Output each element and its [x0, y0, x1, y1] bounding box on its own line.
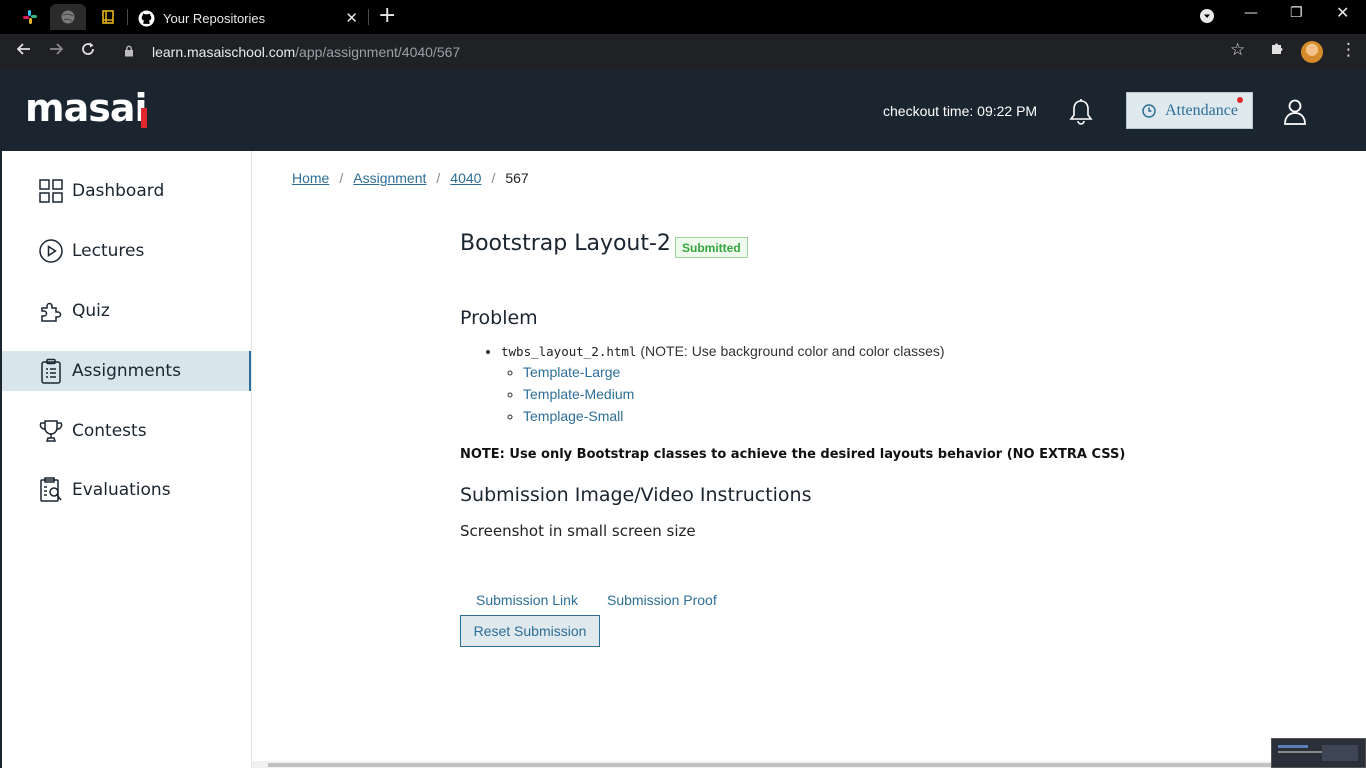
list-item: Template-Medium [523, 383, 945, 405]
browser-menu-icon[interactable]: ⋮ [1340, 40, 1357, 60]
breadcrumb-id-link[interactable]: 4040 [450, 170, 481, 186]
sidebar-item-label: Contests [72, 421, 147, 441]
breadcrumb-separator: / [491, 170, 496, 186]
window-preview-thumbnail [1271, 738, 1366, 768]
sidebar-item-label: Assignments [72, 361, 181, 381]
chevron-down-icon [1200, 9, 1214, 23]
browser-tab-bar: Your Repositories ✕ + — ❐ ✕ [0, 0, 1366, 34]
reload-button[interactable] [76, 40, 100, 64]
book-icon [102, 10, 114, 24]
assignment-title: Bootstrap Layout-2 [460, 231, 671, 256]
note-text: NOTE: Use only Bootstrap classes to achi… [460, 447, 1126, 462]
new-tab-button[interactable]: + [378, 5, 396, 27]
attendance-button[interactable]: Attendance [1126, 92, 1253, 129]
tab-your-repositories[interactable]: Your Repositories ✕ [128, 2, 368, 34]
submission-link[interactable]: Submission Link [476, 592, 578, 608]
minimize-window-button[interactable]: — [1244, 5, 1258, 21]
list-item: Template-Large [523, 361, 945, 383]
sidebar: Dashboard Lectures Quiz Assignments Cont… [2, 151, 252, 768]
globe-tab[interactable] [50, 4, 86, 30]
sidebar-item-lectures[interactable]: Lectures [2, 231, 251, 271]
breadcrumb-home-link[interactable]: Home [292, 170, 329, 186]
url-text: learn.masaischool.com/app/assignment/404… [152, 44, 460, 60]
sidebar-item-evaluations[interactable]: Evaluations [2, 470, 251, 510]
template-list: Template-Large Template-Medium Templage-… [501, 361, 945, 427]
puzzle-icon [38, 298, 64, 324]
breadcrumb-assignment-link[interactable]: Assignment [353, 170, 426, 186]
app-header: masai checkout time: 09:22 PM Attendance [0, 70, 1366, 151]
file-name: twbs_layout_2.html [501, 344, 637, 359]
breadcrumb: Home / Assignment / 4040 / 567 [292, 170, 529, 186]
clipboard-icon [38, 358, 64, 384]
github-icon [138, 10, 155, 26]
browser-toolbar: learn.masaischool.com/app/assignment/404… [0, 34, 1366, 70]
logo-accent [141, 108, 147, 128]
url-host: learn.masaischool.com [152, 44, 296, 60]
restore-window-button[interactable]: ❐ [1290, 5, 1303, 21]
slack-icon [23, 10, 37, 24]
problem-list: twbs_layout_2.html (NOTE: Use background… [483, 343, 945, 427]
template-large-link[interactable]: Template-Large [523, 364, 620, 380]
bookmark-tab[interactable] [90, 4, 126, 30]
submission-instructions-text: Screenshot in small screen size [460, 522, 696, 540]
template-small-link[interactable]: Templage-Small [523, 408, 623, 424]
attendance-notification-dot [1237, 97, 1243, 103]
user-profile-icon[interactable] [1283, 98, 1307, 130]
close-window-button[interactable]: ✕ [1336, 3, 1349, 22]
sidebar-item-dashboard[interactable]: Dashboard [2, 171, 251, 211]
back-button[interactable] [12, 40, 36, 64]
list-item: Templage-Small [523, 405, 945, 427]
sidebar-item-quiz[interactable]: Quiz [2, 291, 251, 331]
url-path: /app/assignment/4040/567 [295, 44, 461, 60]
clock-icon [1142, 103, 1156, 118]
sidebar-item-label: Evaluations [72, 480, 171, 500]
tab-search-button[interactable] [1199, 8, 1215, 28]
arrow-left-icon [16, 43, 30, 55]
sidebar-item-label: Lectures [72, 241, 145, 261]
play-icon [38, 238, 64, 264]
checkout-time: checkout time: 09:22 PM [883, 103, 1038, 119]
dashboard-icon [38, 178, 64, 204]
list-item: twbs_layout_2.html (NOTE: Use background… [501, 343, 945, 427]
template-medium-link[interactable]: Template-Medium [523, 386, 634, 402]
bookmark-star-icon[interactable]: ☆ [1230, 40, 1245, 60]
breadcrumb-separator: / [339, 170, 344, 186]
status-badge: Submitted [675, 237, 748, 258]
breadcrumb-current: 567 [505, 170, 529, 186]
address-bar[interactable]: learn.masaischool.com/app/assignment/404… [110, 38, 1260, 66]
globe-icon [61, 10, 75, 24]
file-note: (NOTE: Use background color and color cl… [640, 343, 945, 359]
reset-submission-button[interactable]: Reset Submission [460, 615, 600, 647]
sidebar-item-assignments[interactable]: Assignments [2, 351, 251, 391]
slack-tab[interactable] [12, 4, 48, 30]
lock-icon [124, 45, 134, 60]
masai-logo[interactable]: masai [25, 86, 148, 130]
forward-button[interactable] [44, 40, 68, 64]
sidebar-item-label: Dashboard [72, 181, 165, 201]
submission-proof-link[interactable]: Submission Proof [607, 592, 717, 608]
close-tab-icon[interactable]: ✕ [345, 9, 358, 27]
sidebar-item-label: Quiz [72, 301, 110, 321]
problem-heading: Problem [460, 307, 538, 329]
sidebar-item-contests[interactable]: Contests [2, 411, 251, 451]
notification-bell-icon[interactable] [1068, 98, 1094, 130]
evaluation-icon [38, 477, 64, 503]
trophy-icon [38, 418, 64, 444]
tab-title: Your Repositories [163, 10, 266, 26]
scrollbar-thumb[interactable] [268, 763, 1348, 767]
breadcrumb-separator: / [436, 170, 441, 186]
attendance-label: Attendance [1165, 101, 1238, 119]
submission-instructions-heading: Submission Image/Video Instructions [460, 484, 812, 506]
arrow-right-icon [50, 43, 64, 55]
reload-icon [82, 42, 94, 55]
extensions-icon[interactable] [1270, 40, 1286, 61]
profile-avatar[interactable] [1301, 41, 1323, 63]
